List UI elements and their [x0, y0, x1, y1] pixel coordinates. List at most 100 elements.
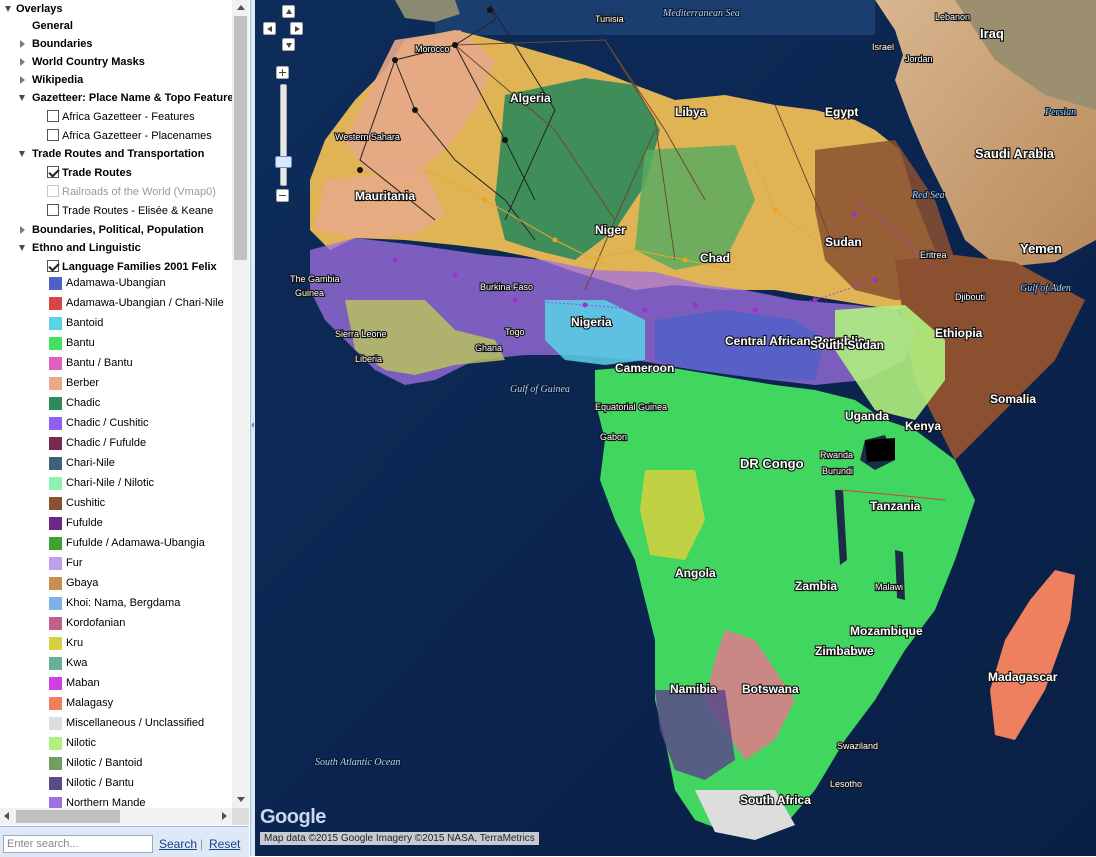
collapse-triangle-icon[interactable]: [20, 58, 25, 66]
legend-swatch: [49, 797, 62, 808]
layer-tree: Overlays General Boundaries World Country M…: [0, 0, 232, 808]
layer-checkbox[interactable]: [47, 185, 59, 197]
legend-swatch: [49, 277, 62, 290]
legend-swatch: [49, 377, 62, 390]
legend-label: Malagasy: [66, 697, 114, 709]
layer-group[interactable]: General: [0, 17, 232, 35]
google-logo-text: Google: [260, 806, 326, 828]
legend-label: Bantoid: [66, 317, 104, 329]
arrow-up-icon: [286, 9, 292, 14]
layer-group[interactable]: Gazetteer: Place Name & Topo Features: [0, 89, 232, 107]
zoom-slider-thumb[interactable]: [275, 156, 292, 168]
layer-item[interactable]: Africa Gazetteer - Features: [0, 108, 232, 126]
google-logo[interactable]: Google: [260, 806, 326, 829]
legend-label: Nilotic / Bantoid: [66, 757, 143, 769]
splitter-grip-icon: [251, 422, 254, 428]
layer-checkbox[interactable]: [47, 166, 60, 179]
expand-triangle-icon[interactable]: [19, 95, 25, 101]
legend-label: Khoi: Nama, Bergdama: [66, 597, 181, 609]
vertical-scrollbar[interactable]: [232, 0, 249, 808]
legend-label: Nilotic: [66, 737, 96, 749]
legend-label: Chadic / Cushitic: [66, 417, 149, 429]
zoom-out-button[interactable]: [276, 189, 289, 202]
checkmark-icon: [48, 260, 60, 272]
legend-label: Fur: [66, 557, 83, 569]
layer-label: Africa Gazetteer - Placenames: [62, 129, 212, 142]
plus-icon-vertical: [282, 69, 283, 76]
reset-link[interactable]: Reset: [209, 837, 240, 851]
layer-checkbox[interactable]: [47, 128, 59, 141]
legend-label: Cushitic: [66, 497, 106, 509]
pan-control[interactable]: [261, 5, 309, 53]
arrow-left-icon: [267, 26, 272, 32]
legend-label: Chari-Nile / Nilotic: [66, 477, 155, 489]
layer-group[interactable]: Ethno and Linguistic: [0, 239, 232, 257]
legend-label: Kordofanian: [66, 617, 126, 629]
search-input[interactable]: [3, 835, 153, 853]
legend-swatch: [49, 757, 62, 770]
layer-group[interactable]: Boundaries: [0, 35, 232, 53]
scroll-left-arrow-icon[interactable]: [4, 812, 9, 820]
layer-item[interactable]: Trade Routes: [0, 164, 232, 182]
layer-label: World Country Masks: [32, 56, 145, 68]
layer-item[interactable]: Railroads of the World (Vmap0): [0, 183, 232, 201]
layer-label: Ethno and Linguistic: [32, 242, 141, 255]
legend-label: Fufulde / Adamawa-Ubangia: [66, 537, 205, 549]
pan-right-button[interactable]: [290, 22, 303, 35]
uganda-dark-patch: [865, 438, 895, 462]
legend-label: Chari-Nile: [66, 457, 115, 469]
legend-swatch: [49, 717, 62, 730]
vertical-scroll-thumb[interactable]: [234, 16, 247, 260]
layer-group[interactable]: Boundaries, Political, Population: [0, 221, 232, 239]
legend-swatch: [49, 657, 62, 670]
zoom-slider-track[interactable]: [280, 84, 287, 186]
scroll-up-arrow-icon[interactable]: [237, 5, 245, 10]
horizontal-scroll-thumb[interactable]: [16, 810, 120, 823]
layer-group[interactable]: Wikipedia: [0, 71, 232, 89]
collapse-triangle-icon[interactable]: [20, 225, 25, 234]
legend-swatch: [49, 737, 62, 750]
layer-label: Trade Routes: [62, 167, 132, 180]
pan-down-button[interactable]: [282, 38, 295, 51]
layer-checkbox[interactable]: [47, 109, 59, 122]
legend-swatch: [49, 557, 62, 570]
expand-triangle-icon[interactable]: [19, 151, 25, 158]
layer-group[interactable]: World Country Masks: [0, 53, 232, 71]
legend-swatch: [49, 317, 62, 330]
mediterranean-sea: [435, 0, 875, 35]
scroll-right-arrow-icon[interactable]: [222, 812, 227, 820]
legend-swatch: [49, 437, 62, 450]
layer-group[interactable]: Trade Routes and Transportation: [0, 145, 232, 163]
legend-label: Gbaya: [66, 577, 99, 589]
legend-swatch: [49, 617, 62, 630]
legend-label: Bantu / Bantu: [66, 357, 133, 369]
legend-swatch: [49, 477, 62, 490]
pan-left-button[interactable]: [263, 22, 276, 35]
map-canvas[interactable]: [255, 0, 1096, 856]
layer-checkbox[interactable]: [47, 260, 60, 273]
layer-label: Africa Gazetteer - Features: [62, 110, 195, 123]
expand-triangle-icon[interactable]: [19, 245, 25, 252]
layer-label: General: [32, 20, 73, 32]
layer-checkbox[interactable]: [47, 203, 59, 216]
zoom-in-button[interactable]: [276, 66, 289, 79]
layer-item[interactable]: Africa Gazetteer - Placenames: [0, 127, 232, 145]
legend-swatch: [49, 577, 62, 590]
collapse-triangle-icon[interactable]: [20, 40, 25, 48]
collapse-triangle-icon[interactable]: [20, 76, 25, 84]
legend-swatch: [49, 417, 62, 430]
zoom-control[interactable]: [275, 66, 292, 206]
legend-label: Adamawa-Ubangian / Chari-Nile: [66, 297, 224, 309]
pan-up-button[interactable]: [282, 5, 295, 18]
layer-label: Trade Routes and Transportation: [32, 148, 205, 161]
tree-root-label: Overlays: [16, 3, 63, 15]
layer-item[interactable]: Trade Routes - Elisée & Keane: [0, 202, 232, 220]
legend-label: Fufulde: [66, 517, 103, 529]
legend-swatch: [49, 677, 62, 690]
scroll-down-arrow-icon[interactable]: [237, 797, 245, 802]
search-link[interactable]: Search: [159, 837, 197, 851]
expand-triangle-icon[interactable]: [5, 6, 11, 12]
map-view[interactable]: Mediterranean Sea Lebanon Iraq Israel Jordan…: [255, 0, 1096, 856]
horizontal-scrollbar[interactable]: [0, 808, 232, 825]
legend-swatch: [49, 537, 62, 550]
